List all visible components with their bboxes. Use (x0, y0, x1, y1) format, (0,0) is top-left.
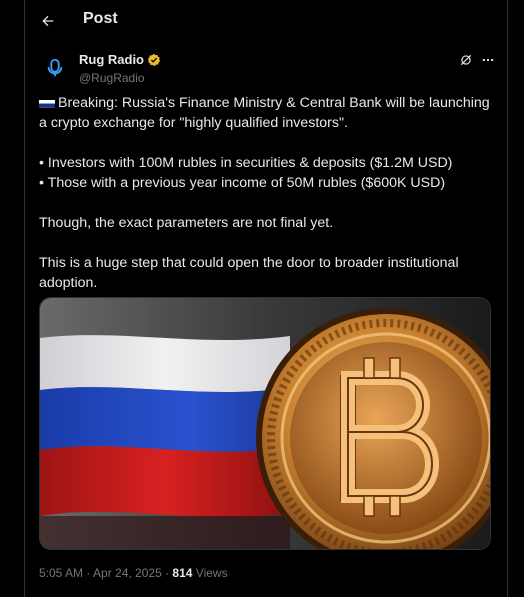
post-meta: 5:05 AM · Apr 24, 2025 · 814 Views (39, 566, 228, 580)
post-text: Breaking: Russia's Finance Ministry & Ce… (39, 93, 501, 293)
bitcoin-russia-flag-image (40, 298, 490, 549)
author-handle[interactable]: @RugRadio (79, 71, 161, 85)
russia-flag-icon (39, 97, 55, 108)
author-name[interactable]: Rug Radio (79, 52, 161, 67)
back-button[interactable] (35, 8, 61, 34)
page-title: Post (83, 10, 118, 27)
views-label: Views (192, 566, 228, 580)
post-paragraph-2: Though, the exact parameters are not fin… (39, 215, 334, 231)
header: Post (25, 0, 507, 40)
views-count: 814 (172, 566, 193, 580)
verified-badge-icon (147, 53, 161, 66)
author-info: Rug Radio @RugRadio (79, 51, 161, 85)
post-image[interactable] (39, 297, 491, 550)
more-icon (482, 58, 494, 62)
post-bullet-1: • Investors with 100M rubles in securiti… (39, 155, 453, 171)
post-paragraph-1: Breaking: Russia's Finance Ministry & Ce… (39, 95, 490, 131)
grok-icon (460, 54, 472, 66)
post-paragraph: Breaking: Russia's Finance Ministry & Ce… (39, 93, 501, 133)
post-bullet-2: • Those with a previous year income of 5… (39, 175, 446, 191)
avatar[interactable] (39, 52, 71, 84)
author-name-text: Rug Radio (79, 52, 144, 67)
post-paragraph-3: This is a huge step that could open the … (39, 255, 459, 291)
grok-button[interactable] (457, 51, 475, 69)
post-timestamp[interactable]: 5:05 AM · Apr 24, 2025 · (39, 566, 172, 580)
arrow-left-icon (42, 15, 54, 27)
post-column: Post Rug Radio @RugRadio Breaking: Russi… (24, 0, 508, 597)
author-row: Rug Radio @RugRadio (39, 48, 497, 88)
rug-radio-logo-icon (47, 58, 63, 77)
more-button[interactable] (479, 51, 497, 69)
